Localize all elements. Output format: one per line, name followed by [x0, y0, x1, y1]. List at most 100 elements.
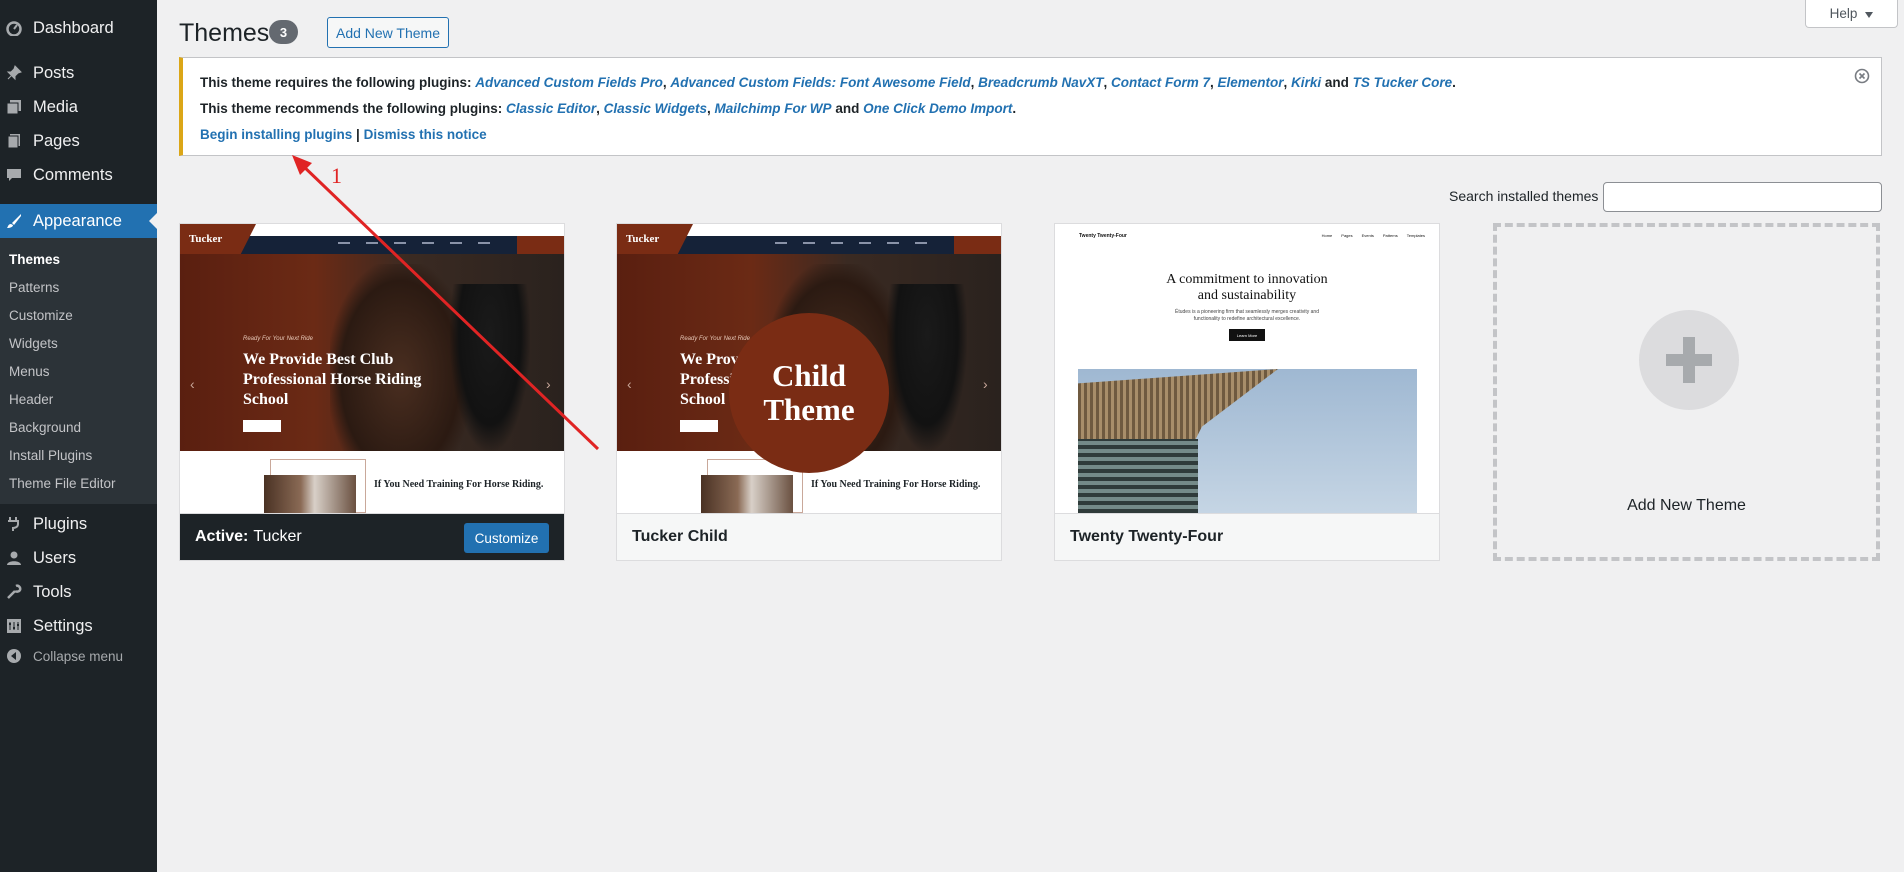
customize-button[interactable]: Customize	[464, 523, 549, 553]
menu-dashboard[interactable]: Dashboard	[0, 11, 157, 45]
section-heading: If You Need Training For Horse Riding.	[811, 479, 981, 490]
caret-down-icon	[1865, 6, 1874, 21]
page-title: Themes	[179, 19, 270, 47]
badge-line: Child	[771, 358, 847, 393]
theme-card-tucker[interactable]: Tucker Ready For Your Next Ride We Provi…	[179, 223, 565, 561]
chevron-left-icon: ‹	[627, 376, 632, 392]
submenu-theme-file-editor[interactable]: Theme File Editor	[9, 476, 116, 491]
section-heading: If You Need Training For Horse Riding.	[374, 479, 544, 490]
submenu-patterns[interactable]: Patterns	[9, 280, 59, 295]
help-tab-button[interactable]: Help	[1805, 0, 1898, 28]
plugin-link[interactable]: Advanced Custom Fields Pro	[475, 75, 663, 90]
plugin-link[interactable]: One Click Demo Import	[863, 101, 1012, 116]
hero-kicker: Ready For Your Next Ride	[680, 336, 750, 342]
theme-name-bar: Twenty Twenty-Four	[1055, 513, 1439, 560]
annotation-number: 1	[331, 163, 342, 188]
theme-name: Tucker Child	[632, 528, 728, 545]
menu-pages-label: Pages	[33, 131, 80, 150]
menu-comments[interactable]: Comments	[0, 158, 157, 192]
theme-name: Twenty Twenty-Four	[1070, 528, 1224, 545]
plugin-link[interactable]: Elementor	[1218, 75, 1284, 90]
tt4-building-image	[1078, 369, 1417, 513]
hero-kicker: Ready For Your Next Ride	[243, 336, 313, 342]
chevron-right-icon: ›	[546, 376, 551, 392]
plugin-link[interactable]: Classic Editor	[506, 101, 596, 116]
and-text: and	[835, 101, 860, 116]
submenu-widgets[interactable]: Widgets	[9, 336, 58, 351]
theme-name-bar: Active: Tucker Customize	[180, 513, 564, 560]
theme-name-bar: Tucker Child	[617, 513, 1001, 560]
tt4-nav-item: Patterns	[1382, 233, 1398, 238]
tt4-nav-item: Home	[1321, 233, 1333, 238]
submenu-install-plugins[interactable]: Install Plugins	[9, 448, 92, 463]
settings-sliders-icon	[6, 618, 22, 634]
plugin-link[interactable]: Kirki	[1291, 75, 1321, 90]
dismiss-notice-icon[interactable]	[1854, 68, 1870, 84]
submenu-header[interactable]: Header	[9, 392, 53, 407]
paintbrush-icon	[6, 213, 22, 229]
add-new-theme-label: Add New Theme	[1627, 497, 1746, 514]
submenu-themes[interactable]: Themes	[9, 252, 60, 267]
comment-icon	[6, 167, 22, 183]
menu-tools-label: Tools	[33, 582, 72, 601]
recommended-prefix: This theme recommends the following plug…	[200, 101, 503, 116]
plugin-link[interactable]: Contact Form 7	[1111, 75, 1210, 90]
chevron-left-icon: ‹	[190, 376, 195, 392]
plugin-link[interactable]: Mailchimp For WP	[715, 101, 832, 116]
tt4-nav: Home Pages Events Patterns Templates	[1322, 233, 1425, 238]
menu-media-label: Media	[33, 97, 78, 116]
active-label: Active:	[195, 528, 249, 545]
plugin-link[interactable]: TS Tucker Core	[1353, 75, 1453, 90]
theme-screenshot[interactable]: Twenty Twenty-Four Home Pages Events Pat…	[1055, 224, 1439, 513]
tt4-site-title: Twenty Twenty-Four	[1079, 233, 1127, 239]
menu-posts-label: Posts	[33, 63, 75, 82]
menu-tools[interactable]: Tools	[0, 575, 157, 609]
plugin-link[interactable]: Advanced Custom Fields: Font Awesome Fie…	[670, 75, 970, 90]
user-icon	[6, 550, 22, 566]
menu-media[interactable]: Media	[0, 90, 157, 124]
collapse-arrow-icon	[6, 648, 22, 664]
theme-card-tucker-child[interactable]: Tucker Ready For Your Next Ride We Provi…	[616, 223, 1002, 561]
submenu-background[interactable]: Background	[9, 420, 81, 435]
dismiss-notice-link[interactable]: Dismiss this notice	[364, 127, 487, 142]
menu-appearance-label: Appearance	[33, 211, 122, 230]
menu-settings[interactable]: Settings	[0, 609, 157, 643]
menu-settings-label: Settings	[33, 616, 93, 635]
menu-plugins[interactable]: Plugins	[0, 507, 157, 541]
search-themes-input[interactable]	[1603, 182, 1882, 212]
tt4-subtext: Études is a pioneering firm that seamles…	[1175, 309, 1319, 322]
add-new-theme-button[interactable]: Add New Theme	[327, 17, 449, 48]
plugin-link[interactable]: Classic Widgets	[604, 101, 707, 116]
theme-screenshot[interactable]: Tucker Ready For Your Next Ride We Provi…	[180, 224, 564, 513]
collapse-menu-label: Collapse menu	[33, 648, 124, 664]
menu-appearance[interactable]: Appearance	[0, 204, 157, 238]
plugin-link[interactable]: Breadcrumb NavXT	[978, 75, 1103, 90]
menu-dashboard-label: Dashboard	[33, 18, 114, 37]
theme-screenshot[interactable]: Tucker Ready For Your Next Ride We Provi…	[617, 224, 1001, 513]
tt4-nav-item: Pages	[1341, 233, 1353, 238]
submenu-customize[interactable]: Customize	[9, 308, 73, 323]
wrench-icon	[6, 584, 22, 600]
theme-name: Tucker	[253, 528, 302, 545]
pushpin-icon	[6, 65, 22, 81]
child-theme-badge: Child Theme	[729, 313, 889, 473]
theme-card-twenty-twenty-four[interactable]: Twenty Twenty-Four Home Pages Events Pat…	[1054, 223, 1440, 561]
plus-icon	[1639, 310, 1739, 410]
admin-sidebar: Dashboard Posts Media Pages Comments App…	[0, 0, 157, 872]
menu-plugins-label: Plugins	[33, 514, 88, 533]
appearance-submenu: Themes Patterns Customize Widgets Menus …	[0, 238, 157, 504]
required-plugins-line: This theme requires the following plugin…	[200, 75, 1456, 90]
menu-comments-label: Comments	[33, 165, 113, 184]
tt4-button: Learn More	[1229, 329, 1265, 341]
menu-users-label: Users	[33, 548, 77, 567]
begin-installing-plugins-link[interactable]: Begin installing plugins	[200, 127, 352, 142]
menu-posts[interactable]: Posts	[0, 56, 157, 90]
collapse-menu[interactable]: Collapse menu	[0, 648, 123, 664]
menu-users[interactable]: Users	[0, 541, 157, 575]
submenu-menus[interactable]: Menus	[9, 364, 50, 379]
tt4-nav-item: Events	[1361, 233, 1374, 238]
add-new-theme-card[interactable]: Add New Theme	[1493, 223, 1880, 561]
search-label: Search installed themes	[1449, 188, 1599, 204]
pages-icon	[6, 133, 22, 149]
menu-pages[interactable]: Pages	[0, 124, 157, 158]
